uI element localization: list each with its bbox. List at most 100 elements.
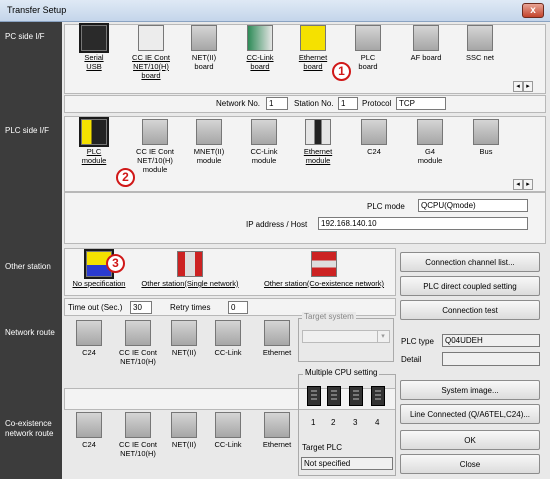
- detail-field: [442, 352, 540, 366]
- route-label: CC-Link: [214, 348, 242, 357]
- ssc-net-icon: [467, 25, 493, 51]
- sidebar: PC side I/F PLC side I/F Other station N…: [0, 22, 62, 479]
- cpu-3-icon[interactable]: [349, 386, 363, 406]
- close-window-button[interactable]: x: [522, 3, 544, 18]
- plc-side-scroll[interactable]: ◂ ▸: [513, 179, 533, 190]
- pc-if-cc-ie-board[interactable]: CC IE Cont NET/10(H) board: [127, 25, 175, 80]
- plc-mode-field[interactable]: QCPU(Qmode): [418, 199, 528, 212]
- cc-link-board-icon: [247, 25, 273, 51]
- mnet-module-icon: [196, 119, 222, 145]
- ip-address-field[interactable]: 192.168.140.10: [318, 217, 528, 230]
- other-station-single[interactable]: Other station(Single network): [135, 251, 245, 288]
- scroll-right-icon[interactable]: ▸: [523, 179, 533, 190]
- retry-field[interactable]: 0: [228, 301, 248, 314]
- route-label: CC-Link: [214, 440, 242, 449]
- network-no-field[interactable]: 1: [266, 97, 288, 110]
- scroll-right-icon[interactable]: ▸: [523, 81, 533, 92]
- window-title: Transfer Setup: [7, 5, 67, 15]
- plc-if-plc-module[interactable]: PLC module: [77, 117, 111, 165]
- coexistence-net[interactable]: NET(II): [166, 412, 202, 449]
- cc-ie-icon: [125, 412, 151, 438]
- g4-module-icon: [417, 119, 443, 145]
- network-route-label: Network route: [5, 328, 55, 337]
- target-system-select[interactable]: ▾: [302, 330, 390, 343]
- route-label: CC IE Cont NET/10(H): [119, 348, 157, 366]
- cpu-3-label: 3: [353, 418, 358, 427]
- callout-marker-2: 2: [116, 168, 135, 187]
- route-cc-link[interactable]: CC-Link: [210, 320, 246, 357]
- target-system-label: Target system: [302, 312, 356, 321]
- station-no-label: Station No.: [294, 99, 334, 108]
- timeout-field[interactable]: 30: [130, 301, 152, 314]
- pc-if-net-board[interactable]: NET(II) board: [187, 25, 221, 71]
- pc-if-label: Serial USB: [84, 53, 104, 71]
- plc-if-g4-module[interactable]: G4 module: [413, 119, 447, 165]
- ok-button[interactable]: OK: [400, 430, 540, 450]
- route-label: Ethernet: [262, 348, 292, 357]
- other-station-label: Other station: [5, 262, 51, 271]
- close-button[interactable]: Close: [400, 454, 540, 474]
- route-cc-ie[interactable]: CC IE Cont NET/10(H): [112, 320, 164, 366]
- cpu-4-icon[interactable]: [371, 386, 385, 406]
- c24-icon: [76, 320, 102, 346]
- cpu-4-label: 4: [375, 418, 380, 427]
- scroll-left-icon[interactable]: ◂: [513, 179, 523, 190]
- cc-link-icon: [215, 320, 241, 346]
- ethernet-icon: [264, 320, 290, 346]
- plc-if-bus[interactable]: Bus: [469, 119, 503, 156]
- pc-if-cc-link-board[interactable]: CC-Link board: [240, 25, 280, 71]
- cc-ie-module-icon: [142, 119, 168, 145]
- system-image-button[interactable]: System image...: [400, 380, 540, 400]
- cc-ie-board-icon: [138, 25, 164, 51]
- other-station-option-label: No specification: [72, 279, 126, 288]
- network-no-label: Network No.: [216, 99, 261, 108]
- coexistence-cc-link[interactable]: CC-Link: [210, 412, 246, 449]
- route-ethernet[interactable]: Ethernet: [257, 320, 297, 357]
- plc-direct-coupled-button[interactable]: PLC direct coupled setting: [400, 276, 540, 296]
- station-no-field[interactable]: 1: [338, 97, 358, 110]
- plc-if-cc-ie-module[interactable]: CC IE Cont NET/10(H) module: [129, 119, 181, 174]
- plc-if-cc-link-module[interactable]: CC-Link module: [245, 119, 283, 165]
- scroll-left-icon[interactable]: ◂: [513, 81, 523, 92]
- ethernet-board-icon: [300, 25, 326, 51]
- cpu-2-icon[interactable]: [327, 386, 341, 406]
- cpu-2-label: 2: [331, 418, 336, 427]
- plc-board-icon: [355, 25, 381, 51]
- plc-module-icon: [79, 117, 109, 147]
- net-icon: [171, 412, 197, 438]
- pc-if-ssc-net[interactable]: SSC net: [463, 25, 497, 62]
- pc-side-label: PC side I/F: [5, 32, 45, 41]
- coexistence-c24[interactable]: C24: [72, 412, 106, 449]
- other-station-option-label: Other station(Single network): [141, 279, 239, 288]
- route-label: Ethernet: [262, 440, 292, 449]
- dropdown-arrow-icon: ▾: [377, 331, 388, 342]
- plc-mode-label: PLC mode: [367, 202, 405, 211]
- route-net[interactable]: NET(II): [166, 320, 202, 357]
- single-network-icon: [177, 251, 203, 277]
- plc-type-field: Q04UDEH: [442, 334, 540, 347]
- plc-if-c24[interactable]: C24: [357, 119, 391, 156]
- pc-if-ethernet-board[interactable]: Ethernet board: [295, 25, 331, 71]
- pc-if-label: CC-Link board: [246, 53, 274, 71]
- ip-address-label: IP address / Host: [246, 220, 308, 229]
- other-station-coexistence[interactable]: Other station(Co-existence network): [255, 251, 393, 288]
- plc-if-ethernet-module[interactable]: Ethernet module: [300, 119, 336, 165]
- pc-side-scroll[interactable]: ◂ ▸: [513, 81, 533, 92]
- cpu-1-icon[interactable]: [307, 386, 321, 406]
- protocol-field[interactable]: TCP: [396, 97, 446, 110]
- connection-channel-list-button[interactable]: Connection channel list...: [400, 252, 540, 272]
- coexistence-network-icon: [311, 251, 337, 277]
- route-c24[interactable]: C24: [72, 320, 106, 357]
- pc-if-serial-usb[interactable]: Serial USB: [79, 23, 109, 71]
- plc-if-mnet-module[interactable]: MNET(II) module: [189, 119, 229, 165]
- coexistence-cc-ie[interactable]: CC IE Cont NET/10(H): [112, 412, 164, 458]
- pc-if-plc-board[interactable]: PLC board: [351, 25, 385, 71]
- pc-if-af-board[interactable]: AF board: [409, 25, 443, 62]
- route-label: CC IE Cont NET/10(H): [119, 440, 157, 458]
- coexistence-ethernet[interactable]: Ethernet: [257, 412, 297, 449]
- connection-test-button[interactable]: Connection test: [400, 300, 540, 320]
- target-plc-field[interactable]: Not specified: [301, 457, 393, 470]
- pc-side-panel: Serial USB CC IE Cont NET/10(H) board NE…: [64, 23, 546, 94]
- line-connected-button[interactable]: Line Connected (Q/A6TEL,C24)...: [400, 404, 540, 424]
- pc-if-label: Ethernet board: [298, 53, 328, 71]
